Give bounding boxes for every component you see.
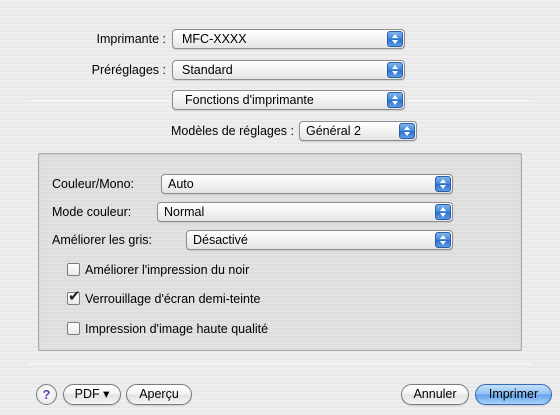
model-label: Modèles de réglages : <box>171 124 294 138</box>
model-popup[interactable]: Général 2 <box>299 121 417 141</box>
settings-panel: Couleur/Mono: Auto Mode couleur: Normal … <box>38 153 522 351</box>
checkbox-box[interactable]: ✔ <box>67 288 81 305</box>
preview-button[interactable]: Aperçu <box>126 384 192 405</box>
pdf-button[interactable]: PDF ▾ <box>63 384 121 405</box>
popup-arrows-icon <box>435 176 451 192</box>
print-dialog: Imprimante : MFC-XXXX Préréglages : Stan… <box>0 0 560 415</box>
color-mono-value: Auto <box>168 177 194 191</box>
popup-arrows-icon <box>435 204 451 220</box>
presets-popup[interactable]: Standard <box>172 60 405 80</box>
gray-label: Améliorer les gris: <box>52 233 153 247</box>
separator-left <box>28 100 170 101</box>
model-value: Général 2 <box>306 124 361 138</box>
popup-arrows-icon <box>387 92 403 108</box>
color-mono-popup[interactable]: Auto <box>161 174 453 194</box>
printer-popup[interactable]: MFC-XXXX <box>172 29 405 49</box>
section-value: Fonctions d'imprimante <box>185 93 314 107</box>
checkbox-box[interactable] <box>67 263 80 276</box>
separator-right <box>408 100 532 101</box>
printer-label: Imprimante : <box>96 32 166 46</box>
cancel-button[interactable]: Annuler <box>401 384 469 405</box>
help-button[interactable]: ? <box>36 384 57 405</box>
popup-arrows-icon <box>399 123 415 139</box>
color-mode-value: Normal <box>164 205 205 219</box>
checkbox-label: Verrouillage d'écran demi-teinte <box>85 292 261 306</box>
popup-arrows-icon <box>387 31 403 47</box>
color-mono-label: Couleur/Mono: <box>52 177 134 191</box>
print-button[interactable]: Imprimer <box>475 384 552 405</box>
popup-arrows-icon <box>435 232 451 248</box>
presets-value: Standard <box>182 63 233 77</box>
color-mode-label: Mode couleur: <box>52 205 132 219</box>
printer-value: MFC-XXXX <box>182 32 247 46</box>
footer-separator <box>28 363 532 364</box>
checkmark-icon: ✔ <box>68 288 81 305</box>
checkbox-box[interactable] <box>67 322 80 335</box>
presets-label: Préréglages : <box>91 63 166 77</box>
color-mode-popup[interactable]: Normal <box>157 202 453 222</box>
gray-popup[interactable]: Désactivé <box>186 230 453 250</box>
checkbox-label: Améliorer l'impression du noir <box>85 263 250 277</box>
popup-arrows-icon <box>387 62 403 78</box>
gray-value: Désactivé <box>193 233 248 247</box>
checkbox-label: Impression d'image haute qualité <box>85 322 269 336</box>
section-popup[interactable]: Fonctions d'imprimante <box>172 90 405 110</box>
